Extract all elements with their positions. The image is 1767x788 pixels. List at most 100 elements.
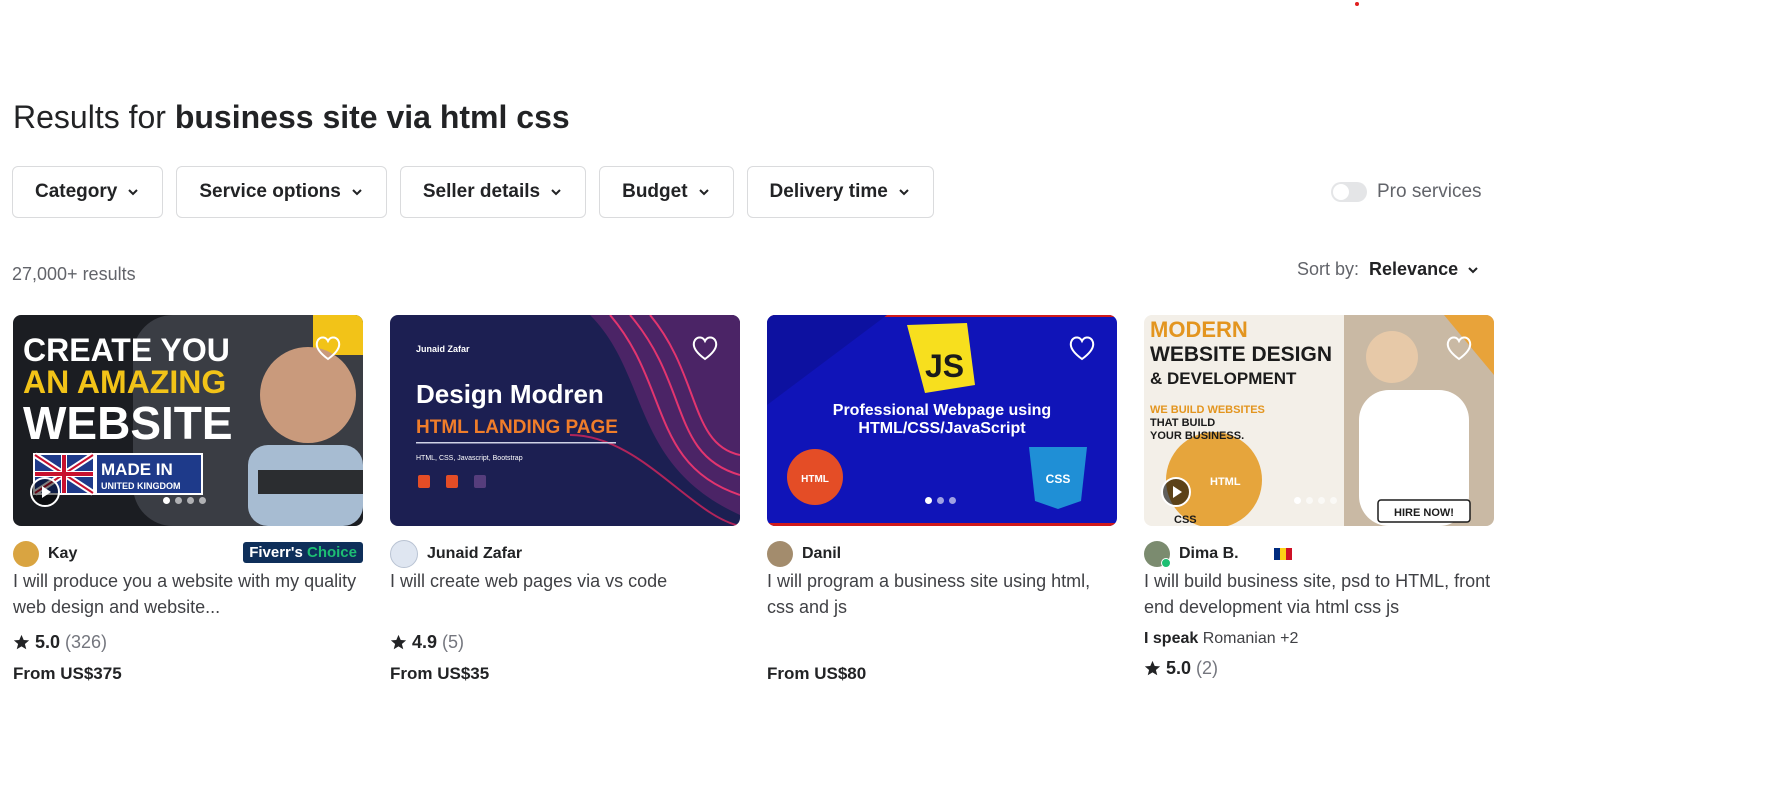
thumbnail-art: CREATE YOU AN AMAZING WEBSITE MADE IN UN… <box>13 315 363 526</box>
thumb-line2: HTML LANDING PAGE <box>416 417 618 438</box>
results-prefix: Results for <box>13 99 175 135</box>
gig-thumbnail[interactable]: Junaid Zafar Design Modren HTML LANDING … <box>390 315 740 526</box>
gig-price[interactable]: From US$35 <box>390 664 489 684</box>
review-count: (2) <box>1196 658 1219 678</box>
gig-title[interactable]: I will produce you a website with my qua… <box>13 568 363 620</box>
thumbnail-art: JS Professional Webpage using HTML/CSS/J… <box>767 315 1117 526</box>
heart-icon[interactable] <box>690 333 720 363</box>
filter-label: Delivery time <box>769 181 888 202</box>
toggle-switch[interactable] <box>1331 182 1367 202</box>
gig-thumbnail[interactable]: MODERN WEBSITE DESIGN & DEVELOPMENT WE B… <box>1144 315 1494 526</box>
filter-label: Service options <box>199 181 341 202</box>
filter-service-options[interactable]: Service options <box>176 166 387 218</box>
seller-row: Kay Fiverr's Choice <box>13 540 363 568</box>
filter-delivery-time[interactable]: Delivery time <box>746 166 934 218</box>
gig-thumbnail[interactable]: JS Professional Webpage using HTML/CSS/J… <box>767 315 1117 526</box>
seller-name[interactable]: Junaid Zafar <box>427 545 522 563</box>
gig-card[interactable]: JS Professional Webpage using HTML/CSS/J… <box>767 315 1117 620</box>
gig-title[interactable]: I will program a business site using htm… <box>767 568 1117 620</box>
chevron-down-icon <box>551 189 561 196</box>
seller-name[interactable]: Danil <box>802 545 841 563</box>
rating-score: 5.0 <box>35 632 61 652</box>
thumb-line1: Professional Webpage using <box>833 402 1051 419</box>
thumb-line1: MODERN <box>1150 317 1248 342</box>
sort-label: Sort by: <box>1297 259 1360 279</box>
chevron-down-icon <box>698 189 709 196</box>
thumb-tags: HTML, CSS, Javascript, Bootstrap <box>416 455 523 462</box>
chevron-down-icon <box>899 189 909 196</box>
avatar[interactable] <box>767 541 793 567</box>
pro-services-label: Pro services <box>1377 181 1482 202</box>
chevron-down-icon <box>1468 266 1478 273</box>
rating: 5.0 (2) <box>1144 658 1494 679</box>
thumb-html: HTML <box>1210 476 1241 488</box>
heart-icon[interactable] <box>1444 333 1474 363</box>
chevron-down-icon <box>352 189 362 196</box>
rating-score: 5.0 <box>1166 658 1192 678</box>
gig-card[interactable]: MODERN WEBSITE DESIGN & DEVELOPMENT WE B… <box>1144 315 1494 679</box>
avatar[interactable] <box>390 540 418 568</box>
gig-card[interactable]: Junaid Zafar Design Modren HTML LANDING … <box>390 315 740 653</box>
gig-thumbnail[interactable]: CREATE YOU AN AMAZING WEBSITE MADE IN UN… <box>13 315 363 526</box>
filter-seller-details[interactable]: Seller details <box>399 166 587 218</box>
seller-row: Junaid Zafar <box>390 540 740 568</box>
online-indicator <box>1161 558 1171 568</box>
thumb-uk: UNITED KINGDOM <box>101 481 181 491</box>
thumb-line2: WEBSITE DESIGN <box>1150 343 1332 366</box>
notification-dot <box>1355 2 1359 6</box>
thumb-sub2: THAT BUILD <box>1150 417 1215 429</box>
filter-bar: Category Service options Seller details … <box>12 166 934 218</box>
filter-label: Budget <box>622 181 688 202</box>
thumb-sub1: WE BUILD WEBSITES <box>1150 404 1265 416</box>
fiverrs-choice-badge: Fiverr's Choice <box>243 542 363 563</box>
pro-services-toggle[interactable]: Pro services <box>1331 181 1482 203</box>
search-query: business site via html css <box>174 99 570 135</box>
filter-label: Category <box>35 181 118 202</box>
thumb-sub3: YOUR BUSINESS. <box>1150 430 1244 442</box>
star-icon <box>1144 660 1161 676</box>
page-title: Results for business site via html css <box>13 99 570 136</box>
sort-dropdown[interactable]: Sort by: Relevance <box>1297 259 1480 280</box>
thumb-line1: Design Modren <box>416 379 604 409</box>
play-icon[interactable] <box>29 476 61 508</box>
thumb-line1: CREATE YOU <box>23 332 230 368</box>
carousel-dots <box>1294 497 1337 504</box>
languages-label: I speak <box>1144 630 1199 647</box>
seller-name[interactable]: Dima B. <box>1179 545 1239 563</box>
thumb-made-in: MADE IN <box>101 460 173 479</box>
languages: I speak Romanian +2 <box>1144 630 1494 648</box>
star-icon <box>390 634 407 650</box>
rating: 4.9 (5) <box>390 632 740 653</box>
gig-title[interactable]: I will build business site, psd to HTML,… <box>1144 568 1494 620</box>
carousel-dots <box>925 497 956 504</box>
review-count: (326) <box>65 632 108 652</box>
gig-card[interactable]: CREATE YOU AN AMAZING WEBSITE MADE IN UN… <box>13 315 363 653</box>
rating: 5.0 (326) <box>13 632 363 653</box>
thumb-css: CSS <box>1046 472 1071 486</box>
thumb-line3: & DEVELOPMENT <box>1150 369 1297 388</box>
romania-flag-icon <box>1273 548 1292 560</box>
seller-row: Danil <box>767 540 1117 568</box>
play-icon[interactable] <box>1160 476 1192 508</box>
chevron-down-icon <box>128 189 139 196</box>
badge-suffix: Choice <box>306 544 357 561</box>
thumb-cta: HIRE NOW! <box>1394 507 1454 519</box>
results-count: 27,000+ results <box>12 264 136 284</box>
seller-row: Dima B. <box>1144 540 1494 568</box>
avatar[interactable] <box>1144 541 1171 568</box>
filter-label: Seller details <box>422 181 541 202</box>
gig-title[interactable]: I will create web pages via vs code <box>390 568 740 620</box>
filter-category[interactable]: Category <box>12 166 164 218</box>
sort-value: Relevance <box>1369 259 1459 279</box>
thumbnail-art: MODERN WEBSITE DESIGN & DEVELOPMENT WE B… <box>1144 315 1494 526</box>
thumb-line2: HTML/CSS/JavaScript <box>858 420 1026 437</box>
gig-price[interactable]: From US$80 <box>767 664 866 684</box>
star-icon <box>13 634 30 650</box>
filter-budget[interactable]: Budget <box>599 166 734 218</box>
seller-name[interactable]: Kay <box>48 545 77 563</box>
rating-score: 4.9 <box>412 632 438 652</box>
gig-price[interactable]: From US$375 <box>13 664 122 684</box>
heart-icon[interactable] <box>313 333 343 363</box>
heart-icon[interactable] <box>1067 333 1097 363</box>
avatar[interactable] <box>13 541 39 567</box>
